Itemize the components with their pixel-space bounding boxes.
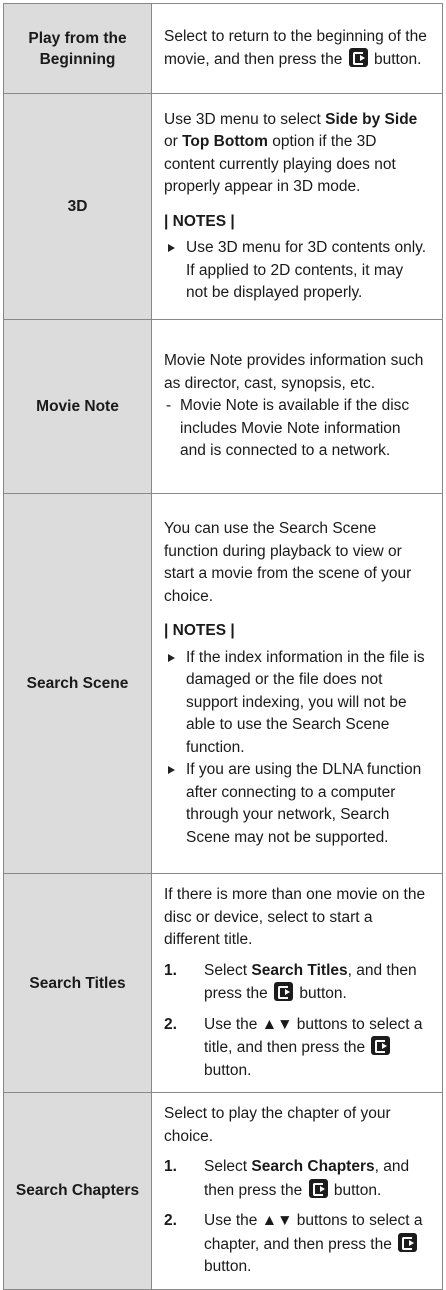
- step-item: 1. Select Search Titles, and then press …: [164, 960, 428, 1006]
- step-text: Use the ▲▼ buttons to select a chapter, …: [204, 1210, 428, 1279]
- step-text-end: button.: [299, 985, 347, 1002]
- step-item: 1. Select Search Chapters, and then pres…: [164, 1156, 428, 1202]
- step-text: Use the ▲▼ buttons to select a title, an…: [204, 1014, 428, 1083]
- notes-heading: | NOTES |: [164, 212, 235, 230]
- function-label: Search Chapters: [3, 1092, 152, 1290]
- step-text-part: Select: [204, 1158, 248, 1175]
- step-number: 2.: [164, 1212, 177, 1229]
- function-description: Movie Note provides information such as …: [151, 319, 443, 494]
- enter-button-icon: [348, 48, 368, 67]
- function-description: Select to play the chapter of your choic…: [151, 1092, 443, 1290]
- step-item: 2. Use the ▲▼ buttons to select a chapte…: [164, 1210, 428, 1279]
- step-number: 1.: [164, 961, 177, 979]
- table-row-movie-note: Movie Note Movie Note provides informati…: [3, 319, 443, 494]
- function-description: Use 3D menu to select Side by Side or To…: [151, 93, 443, 320]
- function-description: If there is more than one movie on the d…: [151, 873, 443, 1093]
- description-text: You can use the Search Scene function du…: [164, 520, 412, 605]
- function-label: Search Scene: [3, 493, 152, 874]
- function-label: 3D: [3, 93, 152, 320]
- table-row-play-from-beginning: Play from the Beginning Select to return…: [3, 3, 443, 94]
- option-top-bottom: Top Bottom: [182, 133, 268, 150]
- step-text-end: button.: [333, 1181, 382, 1199]
- step-number: 1.: [164, 1158, 177, 1175]
- note-item: Movie Note is available if the disc incl…: [164, 395, 428, 463]
- function-description: Select to return to the beginning of the…: [151, 3, 443, 94]
- description-text-end: button.: [373, 51, 422, 68]
- step-number: 2.: [164, 1015, 177, 1033]
- step-text-part: Use the ▲▼ buttons to select a chapter, …: [204, 1212, 423, 1253]
- enter-button-icon: [308, 1178, 328, 1198]
- function-label: Movie Note: [3, 319, 152, 494]
- step-text: Select Search Titles, and then press the…: [204, 960, 428, 1006]
- table-row-search-titles: Search Titles If there is more than one …: [3, 873, 443, 1093]
- table-row-3d: 3D Use 3D menu to select Side by Side or…: [3, 93, 443, 320]
- note-item: If you are using the DLNA function after…: [164, 759, 428, 849]
- step-text-end: button.: [204, 1258, 252, 1275]
- step-text-end: button.: [204, 1061, 252, 1079]
- table-row-search-chapters: Search Chapters Select to play the chapt…: [3, 1092, 443, 1290]
- description-text: Select to play the chapter of your choic…: [164, 1105, 391, 1145]
- step-text-part: Select: [204, 961, 248, 979]
- step-text: Select Search Chapters, and then press t…: [204, 1156, 428, 1202]
- description-text: If there is more than one movie on the d…: [164, 886, 426, 948]
- function-table: Play from the Beginning Select to return…: [3, 3, 443, 1290]
- enter-button-icon: [398, 1232, 418, 1252]
- description-text: Movie Note provides information such as …: [164, 352, 424, 392]
- step-item: 2. Use the ▲▼ buttons to select a title,…: [164, 1014, 428, 1083]
- function-label: Play from the Beginning: [3, 3, 152, 94]
- notes-heading: | NOTES |: [164, 622, 235, 639]
- note-item: Use 3D menu for 3D contents only. If app…: [164, 237, 428, 305]
- note-item: If the index information in the file is …: [164, 647, 428, 760]
- enter-button-icon: [274, 982, 294, 1001]
- enter-button-icon: [371, 1036, 391, 1055]
- table-row-search-scene: Search Scene You can use the Search Scen…: [3, 493, 443, 874]
- description-part: Use 3D menu to select: [164, 110, 321, 128]
- function-description: You can use the Search Scene function du…: [151, 493, 443, 874]
- function-label: Search Titles: [3, 873, 152, 1093]
- description-text: Use 3D menu to select Side by Side or To…: [164, 109, 428, 199]
- conjunction: or: [164, 133, 178, 150]
- menu-item-search-chapters: Search Chapters: [251, 1158, 375, 1175]
- option-side-by-side: Side by Side: [325, 110, 418, 128]
- menu-item-search-titles: Search Titles: [251, 961, 348, 979]
